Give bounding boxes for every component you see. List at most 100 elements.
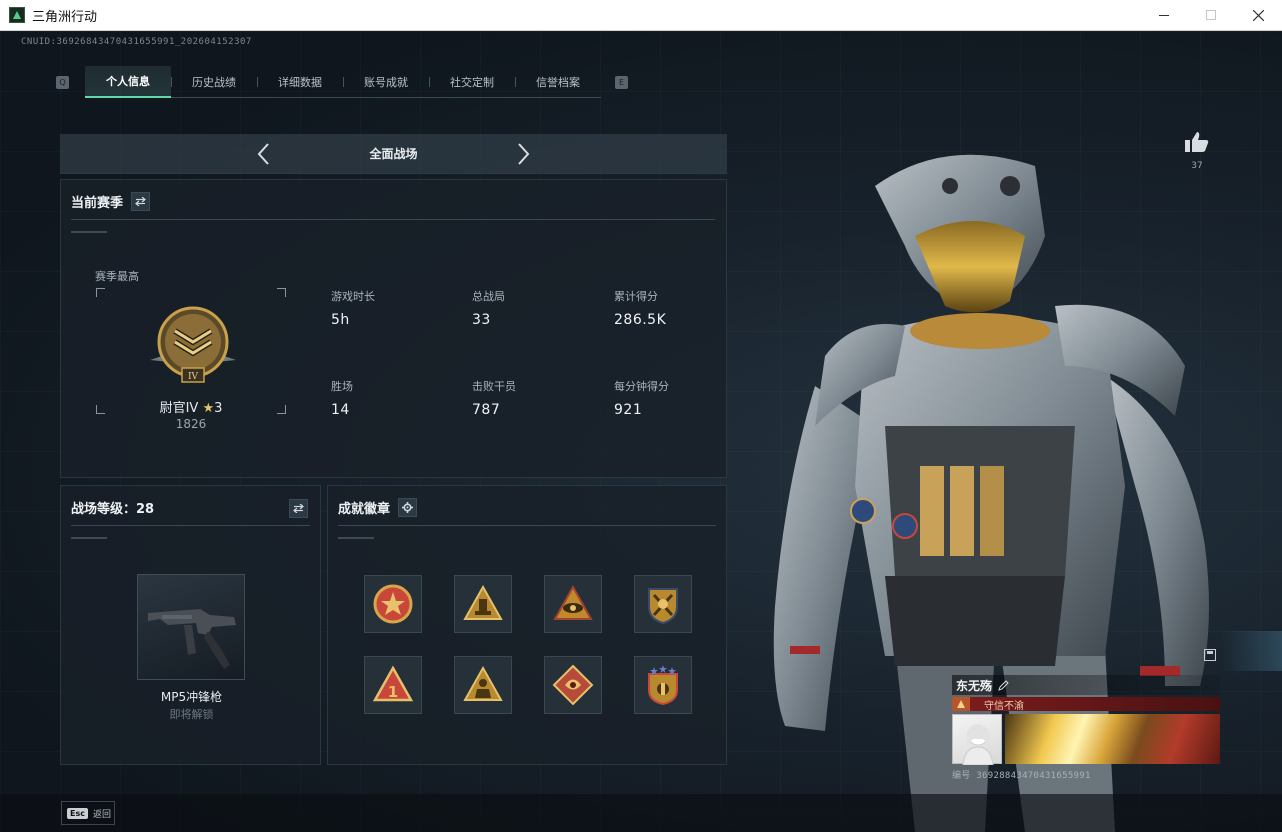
minimize-button[interactable] xyxy=(1141,0,1188,31)
divider xyxy=(71,525,310,526)
player-name-card: 东无殇 守信不渝 编号 36928843470431655991 xyxy=(952,675,1220,781)
window-titlebar: 三角洲行动 xyxy=(0,0,1282,31)
tab-next-key[interactable]: E xyxy=(615,75,628,89)
uid-label: CNUID:3692684347043165599​1_202604152307 xyxy=(21,37,252,47)
stat-label: 累计得分 xyxy=(614,290,658,303)
badge-slot-8[interactable] xyxy=(634,656,692,714)
mode-label: 全面战场 xyxy=(369,147,418,161)
season-high-label: 赛季最高 xyxy=(95,270,139,283)
gear-icon xyxy=(402,502,414,513)
avatar[interactable] xyxy=(952,714,1002,766)
name-row: 东无殇 xyxy=(952,675,1220,695)
rank-name-text: 尉官IV xyxy=(159,401,199,416)
stat-label: 击败干员 xyxy=(472,380,516,393)
profile-tab-bar: Q 个人信息 历史战绩 详细数据 账号成就 社交定制 信誉档案 E xyxy=(56,66,628,98)
badge-shield-stars-icon xyxy=(648,665,678,706)
profile-banner[interactable] xyxy=(1005,714,1220,764)
tab-social-custom[interactable]: 社交定制 xyxy=(429,66,515,98)
season-title: 当前赛季 xyxy=(71,196,124,211)
badge-slot-6[interactable] xyxy=(454,656,512,714)
badges-title: 成就徽章 xyxy=(338,502,391,517)
rank-score: 1826 xyxy=(175,417,207,431)
divider xyxy=(338,525,716,526)
smg-weapon-icon xyxy=(148,609,236,669)
weapon-name: MP5冲锋枪 xyxy=(160,690,223,704)
level-switch-button[interactable] xyxy=(289,499,308,518)
stat-value: 787 xyxy=(472,402,501,418)
rank-name: 尉官IV ★3 xyxy=(61,397,321,416)
rank-emblem-icon: IV xyxy=(150,306,236,383)
swap-icon xyxy=(135,197,146,206)
divider-accent xyxy=(338,537,374,539)
maximize-icon xyxy=(1206,10,1216,20)
mode-next-button[interactable] xyxy=(515,142,531,166)
stat-wins: 胜场 14 xyxy=(331,378,353,418)
player-title: 守信不渝 xyxy=(970,697,1220,712)
tab-credit-record[interactable]: 信誉档案 xyxy=(515,66,601,98)
pencil-icon[interactable] xyxy=(998,679,1010,691)
close-button[interactable] xyxy=(1235,0,1282,31)
badge-slot-4[interactable] xyxy=(634,575,692,633)
frame-corner xyxy=(277,288,286,297)
badge-triangle-eye-icon xyxy=(553,584,593,620)
esc-key: Esc xyxy=(67,807,88,819)
stat-value: 33 xyxy=(472,312,491,328)
mode-prev-button[interactable] xyxy=(256,142,272,166)
weapon-card[interactable] xyxy=(137,574,245,680)
tab-detailed-data[interactable]: 详细数据 xyxy=(257,66,343,98)
minimize-icon xyxy=(1159,15,1169,16)
badges-settings-button[interactable] xyxy=(398,498,418,517)
divider-accent xyxy=(71,537,107,539)
stat-value: 14 xyxy=(331,402,350,418)
season-switch-button[interactable] xyxy=(131,192,151,211)
frame-corner xyxy=(96,288,105,297)
svg-text:1: 1 xyxy=(388,683,398,701)
rank-stars: 3 xyxy=(214,401,223,416)
badges-header: 成就徽章 xyxy=(338,498,418,517)
player-id: 编号 36928843470431655991 xyxy=(952,771,1091,781)
weapon-status: 即将解锁 xyxy=(169,708,214,721)
save-icon[interactable] xyxy=(1204,649,1216,661)
stat-total-score: 累计得分 286.5K xyxy=(614,288,666,328)
back-button[interactable]: Esc 返回 xyxy=(61,801,115,825)
stat-value: 5h xyxy=(331,312,350,328)
tab-personal-info[interactable]: 个人信息 xyxy=(85,66,171,98)
level-title: 战场等级：28 xyxy=(71,502,155,517)
badge-slot-2[interactable] xyxy=(454,575,512,633)
rank-frame: IV xyxy=(96,288,286,414)
chevron-right-icon xyxy=(518,143,530,165)
back-label: 返回 xyxy=(92,809,111,820)
maximize-button[interactable] xyxy=(1188,0,1235,31)
scene-light xyxy=(1220,631,1282,671)
swap-icon xyxy=(293,504,304,513)
window-title: 三角洲行动 xyxy=(32,9,98,25)
svg-text:IV: IV xyxy=(188,372,199,382)
stat-label: 游戏时长 xyxy=(331,290,375,303)
tab-achievements[interactable]: 账号成就 xyxy=(343,66,429,98)
stat-total-matches: 总战局 33 xyxy=(472,288,505,328)
player-name: 东无殇 xyxy=(956,678,993,693)
badge-triangle-tower-icon xyxy=(463,584,503,620)
stat-label: 每分钟得分 xyxy=(614,380,669,393)
close-icon xyxy=(1253,10,1264,21)
season-header: 当前赛季 xyxy=(71,192,151,211)
divider xyxy=(71,219,715,220)
badge-slot-1[interactable] xyxy=(364,575,422,633)
badge-shield-crossed-icon xyxy=(648,588,678,625)
bottom-bar xyxy=(0,794,1282,832)
chevron-left-icon xyxy=(257,143,269,165)
badge-slot-7[interactable] xyxy=(544,656,602,714)
tab-match-history[interactable]: 历史战绩 xyxy=(171,66,257,98)
title-rank-icon xyxy=(952,697,970,711)
battlefield-level-panel: 战场等级：28 MP5冲锋枪 即将解锁 xyxy=(60,485,321,765)
stat-value: 921 xyxy=(614,402,643,418)
title-row: 守信不渝 xyxy=(952,697,1220,712)
game-viewport: CNUID:3692684347043165599​1_202604152307… xyxy=(0,31,1282,832)
stat-kills: 击败干员 787 xyxy=(472,378,516,418)
stat-label: 胜场 xyxy=(331,380,353,393)
badge-triangle-one-icon: 1 xyxy=(372,665,414,702)
stat-label: 总战局 xyxy=(472,290,505,303)
badge-slot-5[interactable]: 1 xyxy=(364,656,422,714)
badge-slot-3[interactable] xyxy=(544,575,602,633)
tab-prev-key[interactable]: Q xyxy=(56,75,69,89)
